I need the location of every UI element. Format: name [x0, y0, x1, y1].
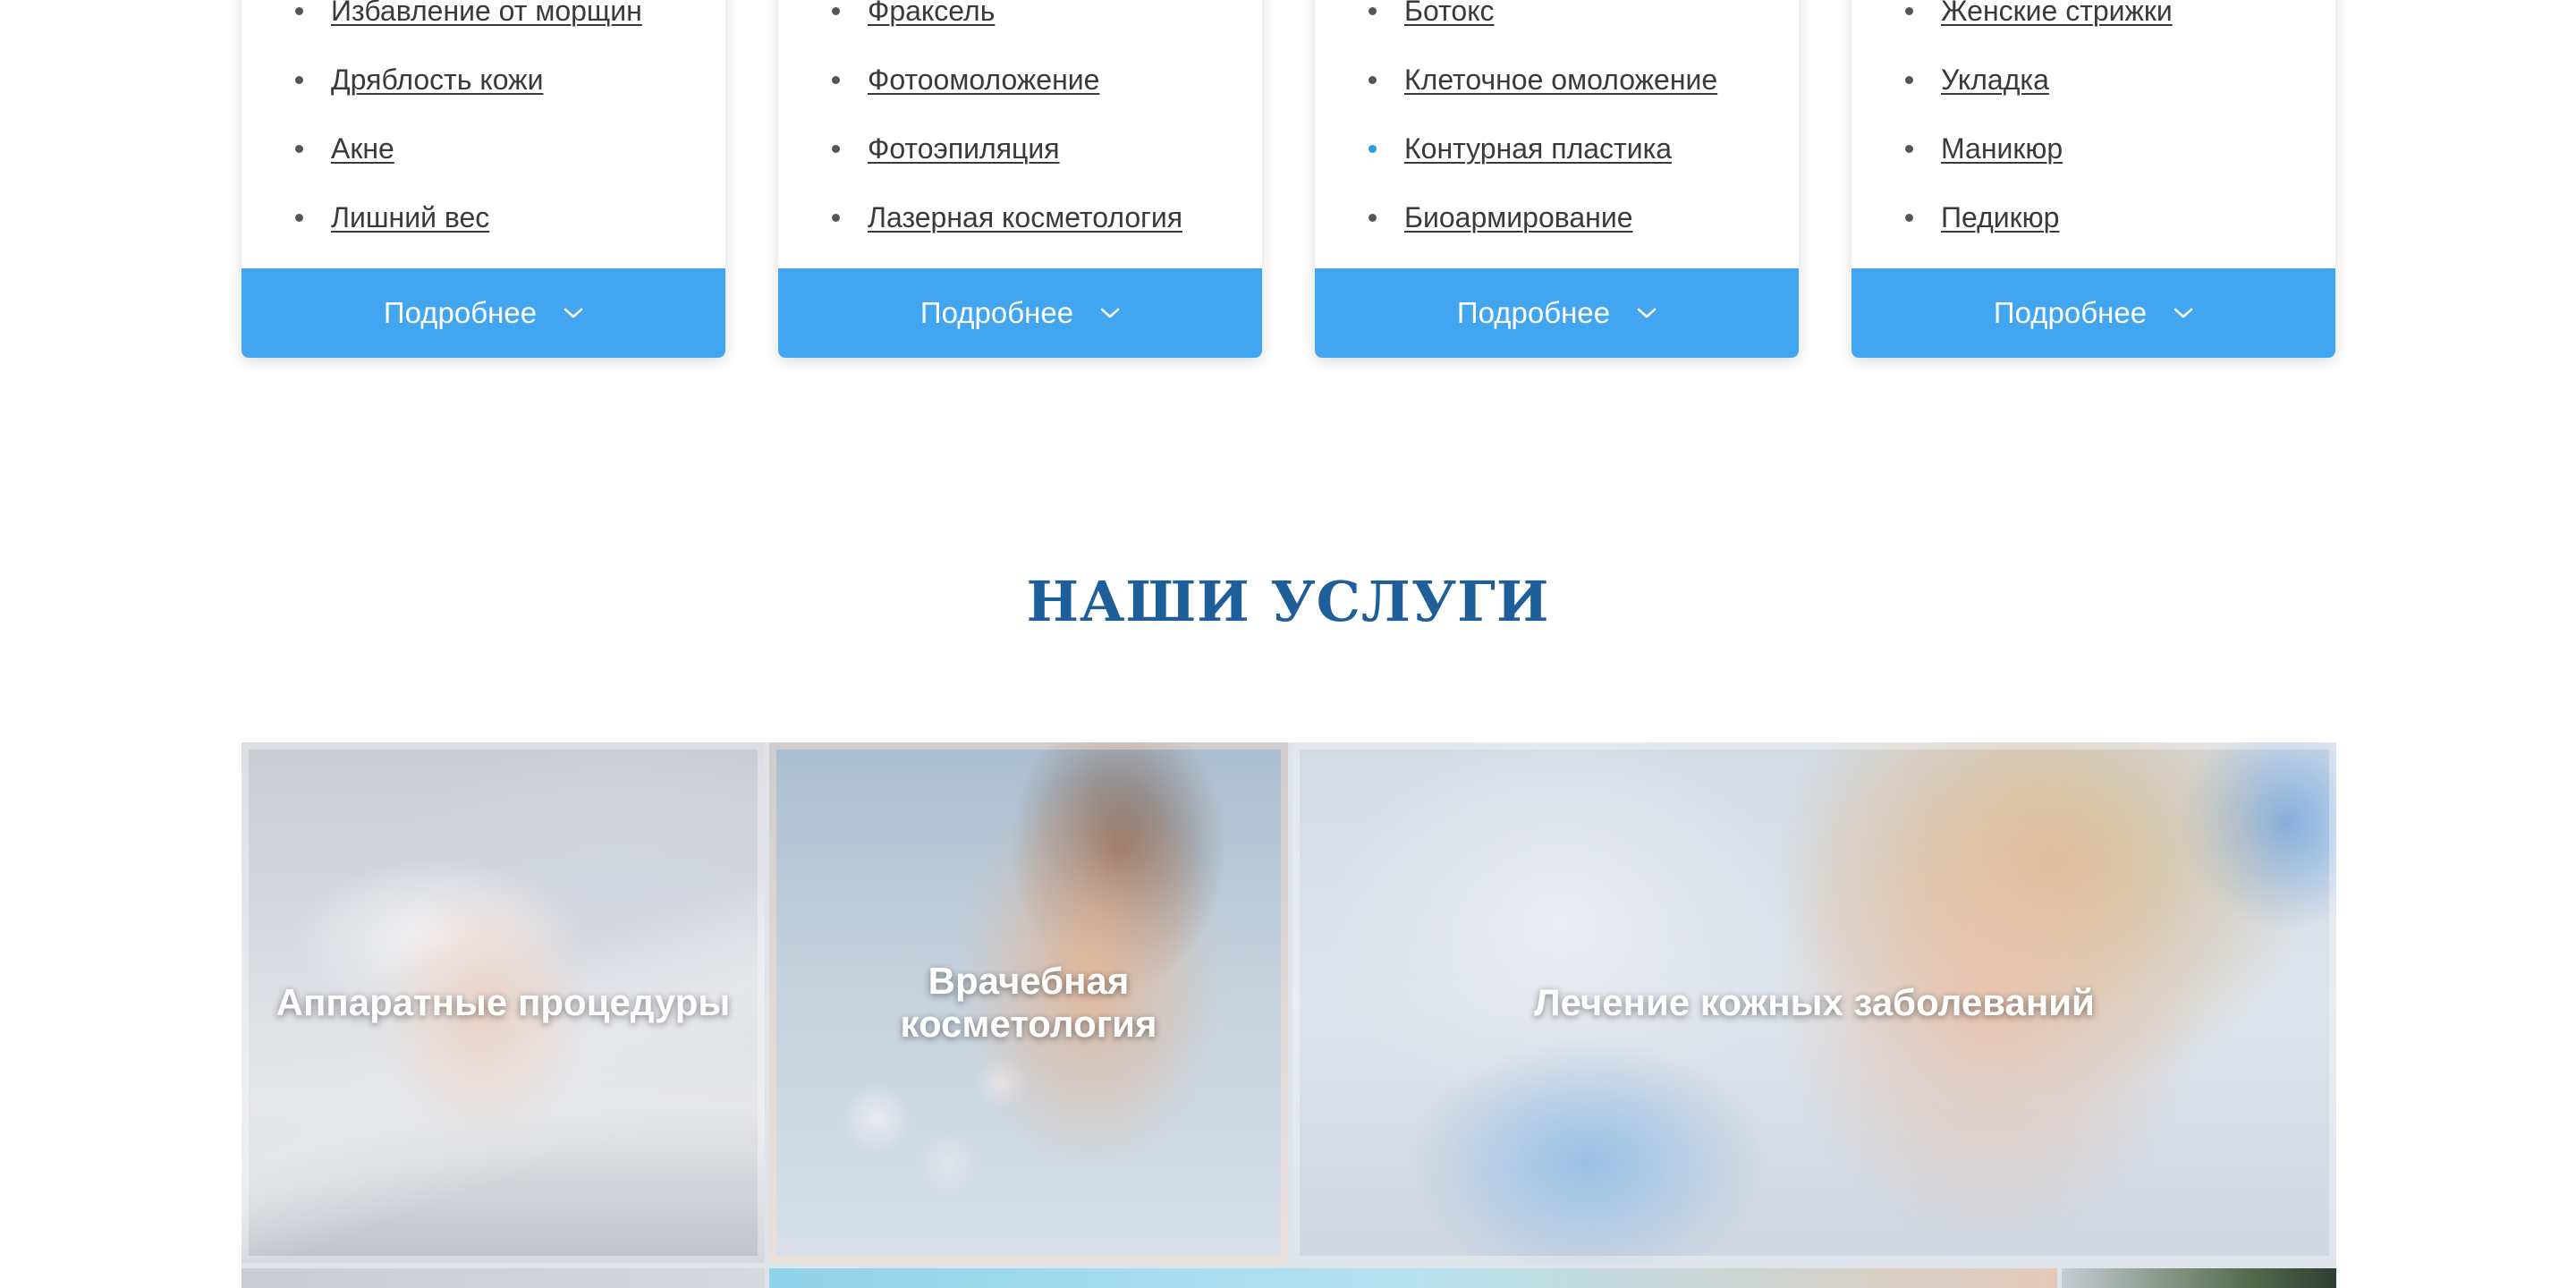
service-tile-row2[interactable]	[242, 1268, 765, 1288]
list-item: Дряблость кожи	[242, 53, 725, 106]
more-button-label: Подробнее	[1456, 296, 1611, 329]
service-card-laser: Фраксель Фотоомоложение Фотоэпиляция Лаз…	[778, 0, 1262, 358]
card-link[interactable]: Лишний вес	[331, 196, 489, 239]
list-item: Клеточное омоложение	[1315, 53, 1799, 106]
list-item: Ботокс	[1315, 0, 1799, 38]
list-item: Избавление от морщин	[242, 0, 725, 38]
tile-photo	[242, 1268, 765, 1288]
service-card-beauty: Женские стрижки Укладка Маникюр Педикюр …	[1852, 0, 2335, 358]
more-button-label: Подробнее	[919, 296, 1074, 329]
list-item: Биоармирование	[1315, 191, 1799, 244]
card-link[interactable]: Укладка	[1941, 58, 2049, 101]
list-item: Акне	[242, 122, 725, 175]
chevron-down-icon	[2174, 307, 2193, 319]
tile-caption-line: Врачебная	[928, 960, 1130, 1002]
card-link[interactable]: Женские стрижки	[1941, 0, 2173, 32]
chevron-down-icon	[564, 307, 583, 319]
service-tile-skin-treatment[interactable]: Лечение кожных заболеваний	[1292, 742, 2336, 1263]
tile-caption-line: косметология	[900, 1003, 1157, 1045]
service-card-injections: Ботокс Клеточное омоложение Контурная пл…	[1315, 0, 1799, 358]
more-button[interactable]: Подробнее	[1315, 268, 1799, 358]
bullet-icon	[1905, 76, 1913, 84]
bullet-icon	[1905, 214, 1913, 222]
more-button[interactable]: Подробнее	[778, 268, 1262, 358]
tile-caption: Врачебная косметология	[900, 960, 1157, 1046]
bullet-icon	[1368, 76, 1377, 84]
card-link[interactable]: Педикюр	[1941, 196, 2059, 239]
list-item: Женские стрижки	[1852, 0, 2335, 38]
bullet-icon	[832, 7, 840, 15]
more-button-label: Подробнее	[383, 296, 538, 329]
tile-photo	[769, 1268, 2057, 1288]
list-item: Фотоомоложение	[778, 53, 1262, 106]
card-link[interactable]: Лазерная косметология	[868, 196, 1182, 239]
card-link[interactable]: Дряблость кожи	[331, 58, 543, 101]
service-tile-medical-cosmetology[interactable]: Врачебная косметология	[769, 742, 1288, 1263]
bullet-icon	[295, 7, 303, 15]
bullet-icon	[295, 76, 303, 84]
chevron-down-icon	[1637, 307, 1657, 319]
card-link[interactable]: Фраксель	[868, 0, 995, 32]
bullet-icon	[832, 214, 840, 222]
chevron-down-icon	[1100, 307, 1120, 319]
list-item: Укладка	[1852, 53, 2335, 106]
bullet-icon	[295, 214, 303, 222]
service-tile-row2[interactable]	[769, 1268, 2057, 1288]
bullet-icon	[832, 145, 840, 153]
service-cards-row: Избавление от морщин Дряблость кожи Акне…	[242, 0, 2336, 358]
tile-photo	[2062, 1268, 2336, 1288]
more-button[interactable]: Подробнее	[1852, 268, 2335, 358]
card-link[interactable]: Маникюр	[1941, 127, 2063, 170]
bullet-icon	[295, 145, 303, 153]
card-link[interactable]: Фотоомоложение	[868, 58, 1099, 101]
list-item: Лазерная косметология	[778, 191, 1262, 244]
card-link[interactable]: Клеточное омоложение	[1404, 58, 1717, 101]
tile-caption: Лечение кожных заболеваний	[1534, 981, 2095, 1023]
more-button[interactable]: Подробнее	[242, 268, 725, 358]
bullet-icon	[1368, 7, 1377, 15]
card-link[interactable]: Контурная пластика	[1404, 127, 1672, 170]
bullet-icon	[1368, 145, 1377, 153]
card-link[interactable]: Избавление от морщин	[331, 0, 642, 32]
list-item: Фраксель	[778, 0, 1262, 38]
services-grid: Аппаратные процедуры Врачебная косметоло…	[242, 742, 2336, 1288]
card-link[interactable]: Биоармирование	[1404, 196, 1633, 239]
list-item: Лишний вес	[242, 191, 725, 244]
section-title: НАШИ УСЛУГИ	[1026, 569, 1550, 634]
service-tile-hardware[interactable]: Аппаратные процедуры	[242, 742, 765, 1263]
list-item: Педикюр	[1852, 191, 2335, 244]
bullet-icon	[1905, 145, 1913, 153]
card-link[interactable]: Ботокс	[1404, 0, 1495, 32]
bullet-icon	[832, 76, 840, 84]
list-item: Маникюр	[1852, 122, 2335, 175]
bullet-icon	[1368, 214, 1377, 222]
service-tile-row2[interactable]	[2062, 1268, 2336, 1288]
more-button-label: Подробнее	[1993, 296, 2148, 329]
bullet-icon	[1905, 7, 1913, 15]
list-item: Контурная пластика	[1315, 122, 1799, 175]
tile-caption: Аппаратные процедуры	[275, 981, 731, 1023]
list-item: Фотоэпиляция	[778, 122, 1262, 175]
card-link[interactable]: Фотоэпиляция	[868, 127, 1060, 170]
service-card-cosmetology: Избавление от морщин Дряблость кожи Акне…	[242, 0, 725, 358]
card-link[interactable]: Акне	[331, 127, 394, 170]
